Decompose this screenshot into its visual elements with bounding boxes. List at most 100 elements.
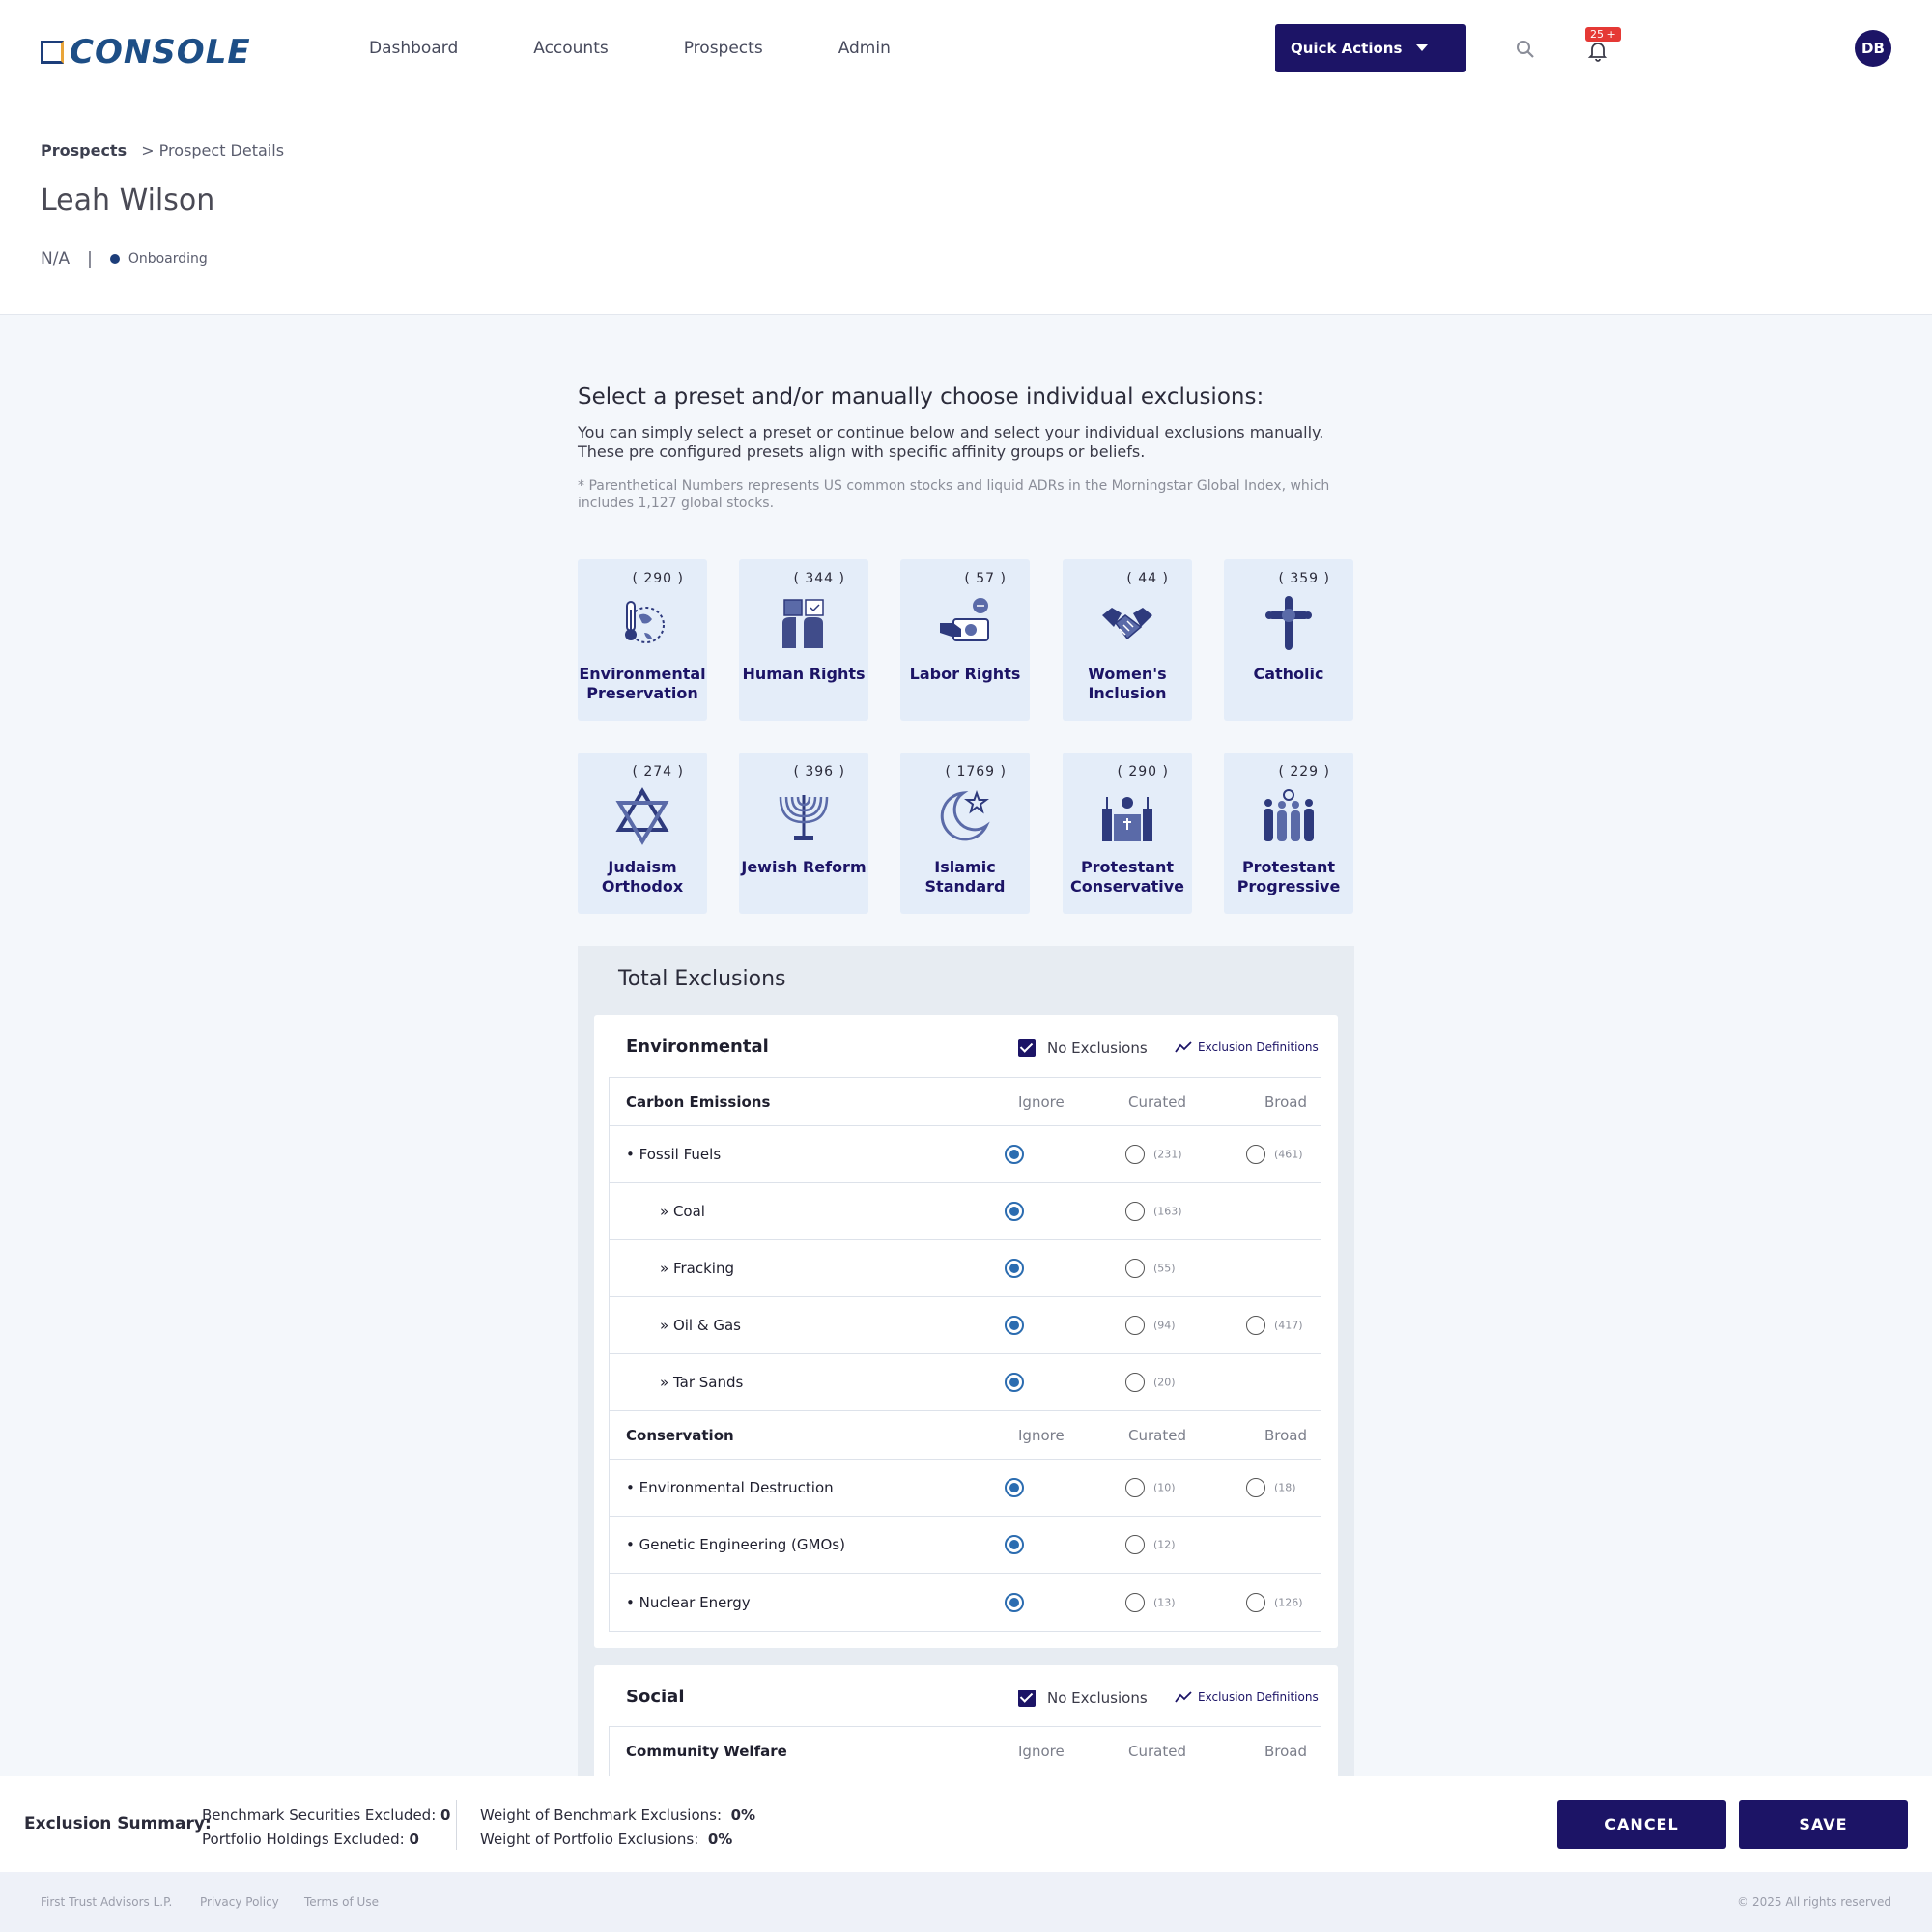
row-name: » Fracking (660, 1260, 734, 1277)
table-row: » Fracking (55) (610, 1240, 1321, 1297)
logo-text: CONSOLE (70, 33, 251, 71)
preset-count: ( 359 ) (1278, 571, 1330, 586)
weight-portfolio-label: Weight of Portfolio Exclusions: (480, 1831, 699, 1848)
curated-count: (55) (1153, 1262, 1176, 1275)
curated-count: (231) (1153, 1148, 1182, 1161)
curated-count: (10) (1153, 1481, 1176, 1494)
row-name: » Oil & Gas (660, 1317, 741, 1334)
preset-count: ( 290 ) (1117, 764, 1169, 780)
nav-prospects[interactable]: Prospects (684, 39, 763, 58)
summary-counts: Benchmark Securities Excluded: 0 Portfol… (202, 1804, 450, 1852)
avatar[interactable]: DB (1855, 30, 1891, 67)
group-header-row: Carbon Emissions Ignore Curated Broad (610, 1078, 1321, 1126)
handshake-icon (1102, 608, 1152, 640)
save-button[interactable]: SAVE (1739, 1800, 1908, 1849)
exclusion-definitions-link[interactable]: Exclusion Definitions (1175, 1040, 1319, 1054)
cancel-button[interactable]: CANCEL (1557, 1800, 1726, 1849)
weight-portfolio-value: 0% (707, 1831, 733, 1848)
footer: First Trust Advisors L.P. Privacy Policy… (0, 1872, 1932, 1932)
radio-curated[interactable] (1125, 1373, 1145, 1392)
table-row: » Oil & Gas (94) (417) (610, 1297, 1321, 1354)
nav-dashboard[interactable]: Dashboard (369, 39, 458, 58)
radio-ignore[interactable] (1005, 1202, 1024, 1221)
row-name: • Environmental Destruction (626, 1479, 834, 1496)
page-title: Leah Wilson (41, 184, 215, 217)
group-name: Community Welfare (626, 1743, 787, 1760)
radio-curated[interactable] (1125, 1535, 1145, 1554)
no-exclusions-checkbox[interactable]: No Exclusions (1018, 1039, 1148, 1057)
preset-card-protestant-conservative[interactable]: ( 290 ) Protestant Conservative (1063, 753, 1192, 914)
group-name: Carbon Emissions (626, 1093, 771, 1111)
no-exclusions-label: No Exclusions (1047, 1690, 1148, 1707)
crescent-star-icon (940, 790, 990, 841)
globe-thermometer-icon (625, 601, 665, 643)
cross-icon (1265, 596, 1312, 650)
exclusion-definitions-link[interactable]: Exclusion Definitions (1175, 1690, 1319, 1704)
radio-ignore[interactable] (1005, 1535, 1024, 1554)
section-title: Environmental (626, 1037, 769, 1057)
group-name: Conservation (626, 1426, 734, 1444)
trend-icon (1175, 1041, 1192, 1053)
broad-count: (126) (1274, 1596, 1303, 1608)
nav-accounts[interactable]: Accounts (533, 39, 609, 58)
summary-weights: Weight of Benchmark Exclusions: 0% Weigh… (480, 1804, 755, 1852)
radio-curated[interactable] (1125, 1316, 1145, 1335)
footer-privacy-link[interactable]: Privacy Policy (200, 1895, 279, 1909)
quick-actions-button[interactable]: Quick Actions (1275, 24, 1466, 72)
preset-card-womens-inclusion[interactable]: ( 44 ) Women's Inclusion (1063, 559, 1192, 721)
no-exclusions-checkbox[interactable]: No Exclusions (1018, 1690, 1148, 1707)
radio-ignore[interactable] (1005, 1478, 1024, 1497)
curated-count: (20) (1153, 1376, 1176, 1389)
preset-card-protestant-progressive[interactable]: ( 229 ) Protestant Progressive (1224, 753, 1353, 914)
page-header: Prospects > Prospect Details Leah Wilson… (0, 97, 1932, 315)
curated-count: (12) (1153, 1538, 1176, 1551)
radio-ignore[interactable] (1005, 1373, 1024, 1392)
preset-count: ( 396 ) (793, 764, 845, 780)
raised-hands-icon (782, 599, 824, 648)
trend-icon (1175, 1691, 1192, 1703)
preset-card-labor-rights[interactable]: ( 57 ) Labor Rights (900, 559, 1030, 721)
radio-curated[interactable] (1125, 1592, 1145, 1612)
preset-card-human-rights[interactable]: ( 344 ) Human Rights (739, 559, 868, 721)
breadcrumb-current: > Prospect Details (141, 141, 285, 159)
broad-count: (417) (1274, 1319, 1303, 1332)
status-dot-icon (109, 254, 120, 264)
broad-count: (18) (1274, 1481, 1296, 1494)
table-row: • Environmental Destruction (10) (18) (610, 1460, 1321, 1517)
radio-curated[interactable] (1125, 1202, 1145, 1221)
preset-count: ( 344 ) (793, 571, 845, 586)
social-table: Community Welfare Ignore Curated Broad (609, 1726, 1321, 1776)
preset-card-environmental-preservation[interactable]: ( 290 ) Environmental Preservation (578, 559, 707, 721)
preset-card-jewish-reform[interactable]: ( 396 ) Jewish Reform (739, 753, 868, 914)
radio-ignore[interactable] (1005, 1259, 1024, 1278)
col-ignore: Ignore (1018, 1426, 1065, 1444)
radio-broad[interactable] (1246, 1478, 1265, 1497)
radio-broad[interactable] (1246, 1592, 1265, 1612)
radio-broad[interactable] (1246, 1316, 1265, 1335)
preset-card-islamic-standard[interactable]: ( 1769 ) Islamic Standard (900, 753, 1030, 914)
radio-curated[interactable] (1125, 1478, 1145, 1497)
nav-admin[interactable]: Admin (838, 39, 891, 58)
search-icon[interactable] (1515, 39, 1536, 60)
preset-count: ( 1769 ) (945, 764, 1007, 780)
total-exclusions-panel: Total Exclusions Environmental No Exclus… (578, 946, 1354, 1776)
bell-icon[interactable] (1586, 39, 1609, 62)
radio-ignore[interactable] (1005, 1592, 1024, 1612)
preset-card-judaism-orthodox[interactable]: ( 274 ) Judaism Orthodox (578, 753, 707, 914)
radio-ignore[interactable] (1005, 1316, 1024, 1335)
footer-terms-link[interactable]: Terms of Use (304, 1895, 379, 1909)
intro-note: * Parenthetical Numbers represents US co… (578, 478, 1330, 511)
radio-curated[interactable] (1125, 1259, 1145, 1278)
radio-ignore[interactable] (1005, 1145, 1024, 1164)
preset-card-catholic[interactable]: ( 359 ) Catholic (1224, 559, 1353, 721)
exclusion-definitions-label: Exclusion Definitions (1198, 1040, 1319, 1054)
preset-label: Labor Rights (909, 665, 1021, 683)
preset-label: Women's Inclusion (1088, 665, 1167, 702)
radio-curated[interactable] (1125, 1145, 1145, 1164)
breadcrumb-prospects-link[interactable]: Prospects (41, 141, 127, 159)
radio-broad[interactable] (1246, 1145, 1265, 1164)
table-row: • Genetic Engineering (GMOs) (12) (610, 1517, 1321, 1574)
col-curated: Curated (1128, 1743, 1186, 1760)
console-logo[interactable]: CONSOLE (41, 33, 251, 71)
checkbox-checked-icon (1018, 1690, 1036, 1707)
